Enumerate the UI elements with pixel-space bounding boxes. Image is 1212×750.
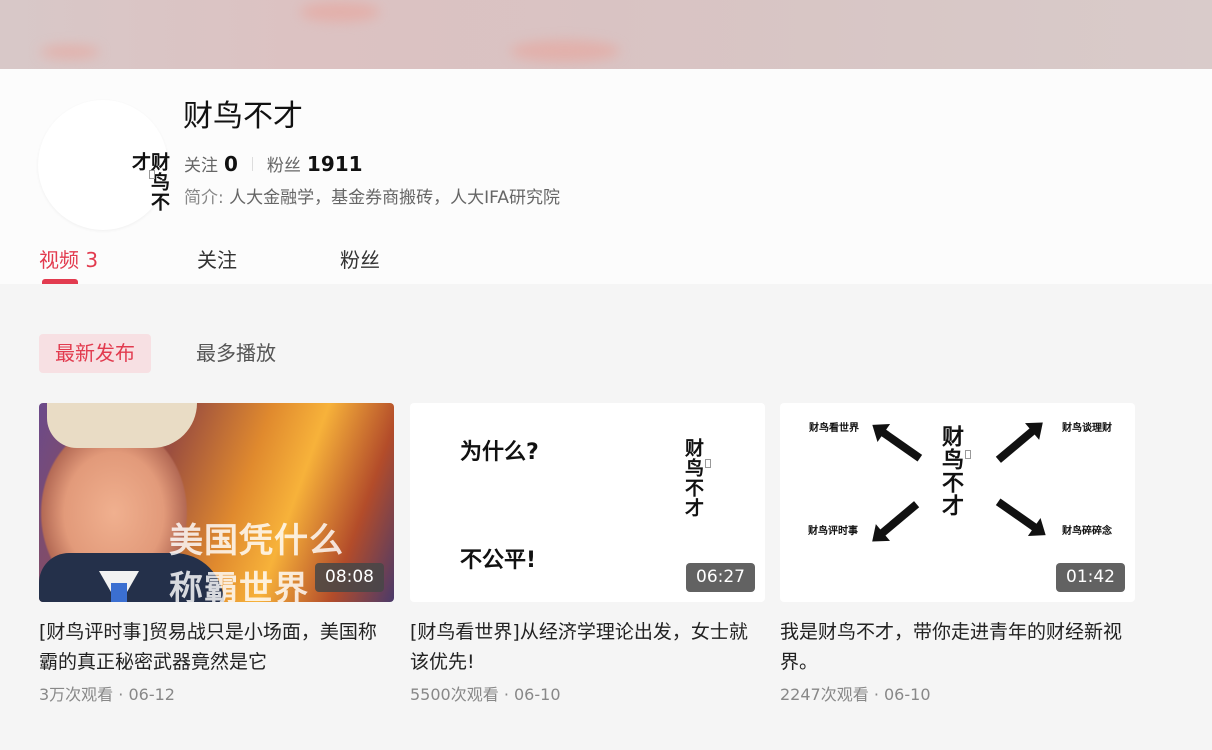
arrow-up-right-icon <box>995 427 1037 463</box>
following-label[interactable]: 关注 <box>184 151 218 176</box>
video-title[interactable]: [财鸟评时事]贸易战只是小场面，美国称霸的真正秘密武器竟然是它 <box>39 617 384 677</box>
thumbnail-logo-text: 财鸟不才 <box>938 425 964 517</box>
tab-followers[interactable]: 粉丝 <box>340 244 380 273</box>
arrow-up-left-icon <box>879 428 923 462</box>
user-intro: 简介: 人大金融学，基金券商搬砖，人大IFA研究院 <box>184 183 560 208</box>
seal-icon <box>705 459 711 468</box>
filter-latest[interactable]: 最新发布 <box>39 334 151 373</box>
thumbnail-tie <box>111 583 127 602</box>
video-title[interactable]: 我是财鸟不才，带你走进青年的财经新视界。 <box>780 617 1125 677</box>
seal-icon <box>149 170 155 179</box>
profile-banner <box>0 0 1212 69</box>
video-meta: 3万次观看 · 06-12 <box>39 685 175 704</box>
thumbnail-caption-line1: 美国凭什么 <box>169 521 344 561</box>
video-date: 06-10 <box>514 685 561 704</box>
following-count[interactable]: 0 <box>224 152 238 176</box>
thumbnail-label-world: 财鸟看世界 <box>809 423 859 434</box>
user-name: 财鸟不才 <box>183 99 303 134</box>
video-duration: 06:27 <box>686 563 755 592</box>
video-thumbnail[interactable]: 财鸟看世界 财鸟谈理财 财鸟评时事 财鸟碎碎念 财鸟不才 01:42 <box>780 403 1135 602</box>
thumbnail-logo-text: 财鸟不才 <box>682 438 704 518</box>
avatar-logo-text: 财鸟不才 <box>129 152 170 212</box>
thumbnail-question: 为什么? <box>460 440 539 465</box>
video-thumbnail[interactable]: 为什么? 不公平! 财鸟不才 06:27 <box>410 403 765 602</box>
profile-tabs: 视频 3 关注 粉丝 <box>0 240 1212 284</box>
user-stats: 关注 0 粉丝 1911 <box>184 151 363 177</box>
thumbnail-hair <box>47 403 197 448</box>
video-meta: 2247次观看 · 06-10 <box>780 685 931 704</box>
sort-filters: 最新发布 最多播放 <box>39 334 292 373</box>
filter-most-played[interactable]: 最多播放 <box>180 334 292 373</box>
video-meta: 5500次观看 · 06-10 <box>410 685 561 704</box>
tab-videos[interactable]: 视频 3 <box>39 244 98 273</box>
video-date: 06-12 <box>128 685 175 704</box>
stats-divider <box>251 156 253 171</box>
video-views: 2247次观看 <box>780 685 869 704</box>
thumbnail-exclaim: 不公平! <box>460 548 537 573</box>
thumbnail-label-finance: 财鸟谈理财 <box>1062 423 1112 434</box>
arrow-down-left-icon <box>878 501 920 537</box>
thumbnail-label-chat: 财鸟碎碎念 <box>1062 526 1112 537</box>
avatar[interactable]: 财鸟不才 <box>38 100 170 230</box>
video-thumbnail[interactable]: 美国凭什么 称霸世界 08:08 <box>39 403 394 602</box>
arrow-down-right-icon <box>995 498 1039 532</box>
intro-label: 简介: <box>184 188 224 208</box>
video-date: 06-10 <box>884 685 931 704</box>
active-tab-indicator <box>42 279 78 284</box>
video-duration: 08:08 <box>315 563 384 592</box>
video-title[interactable]: [财鸟看世界]从经济学理论出发，女士就该优先! <box>410 617 755 677</box>
video-card[interactable]: 财鸟看世界 财鸟谈理财 财鸟评时事 财鸟碎碎念 财鸟不才 01:42 我是财鸟不… <box>780 403 1135 705</box>
video-card[interactable]: 为什么? 不公平! 财鸟不才 06:27 [财鸟看世界]从经济学理论出发，女士就… <box>410 403 765 705</box>
video-views: 5500次观看 <box>410 685 499 704</box>
followers-label[interactable]: 粉丝 <box>267 151 301 176</box>
tab-following[interactable]: 关注 <box>197 244 237 273</box>
thumbnail-label-news: 财鸟评时事 <box>808 526 858 537</box>
intro-text: 人大金融学，基金券商搬砖，人大IFA研究院 <box>229 188 561 208</box>
video-views: 3万次观看 <box>39 685 114 704</box>
video-card[interactable]: 美国凭什么 称霸世界 08:08 [财鸟评时事]贸易战只是小场面，美国称霸的真正… <box>39 403 394 705</box>
video-duration: 01:42 <box>1056 563 1125 592</box>
seal-icon <box>965 450 971 459</box>
followers-count[interactable]: 1911 <box>307 152 363 176</box>
